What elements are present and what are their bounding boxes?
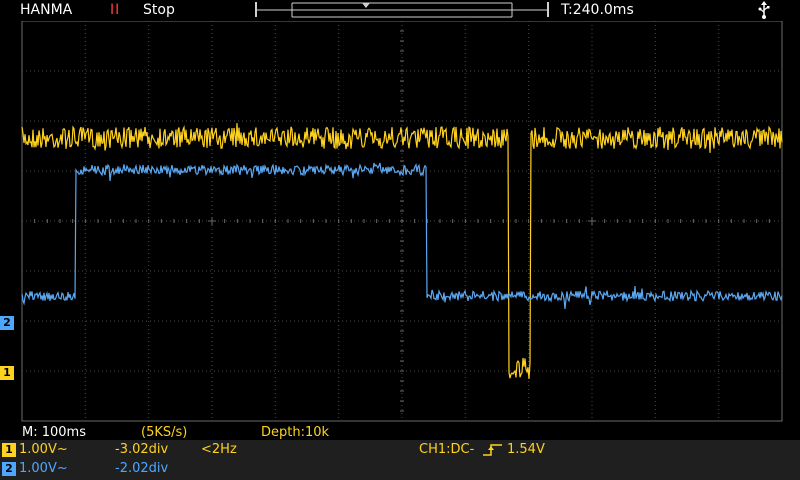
ch1-badge-label: 1	[5, 443, 13, 456]
top-bar: HANMA II Stop T:240.0ms	[0, 0, 800, 21]
ch2-scale[interactable]: 1.00V~	[19, 461, 68, 476]
ch2-ground-marker[interactable]: 2	[0, 316, 14, 330]
ch1-frequency: <2Hz	[201, 442, 237, 457]
timebase-label: M: 100ms	[22, 425, 86, 440]
graticule	[21, 21, 783, 422]
ch1-scale[interactable]: 1.00V~	[19, 442, 68, 457]
ch1-marker-label: 1	[3, 366, 11, 379]
run-state-label: Stop	[143, 2, 175, 18]
trigger-level: 1.54V	[507, 442, 545, 457]
trigger-position-icon	[362, 3, 370, 8]
usb-icon	[758, 1, 770, 19]
run-state-icon[interactable]: II	[110, 2, 120, 18]
ch2-waveform	[21, 162, 783, 309]
acquisition-status-bar: M: 100ms (5KS/s) Depth:10k	[0, 424, 800, 440]
ch2-offset: -2.02div	[115, 461, 169, 476]
waveform-display[interactable]	[0, 21, 800, 424]
ch2-marker-label: 2	[3, 316, 11, 329]
memory-position-indicator[interactable]	[254, 0, 550, 19]
rising-edge-icon	[483, 444, 502, 456]
channel-info-panel: 1 1.00V~ -3.02div <2Hz CH1:DC- 1.54V 2 1…	[0, 440, 800, 480]
memory-depth-label: Depth:10k	[261, 425, 330, 440]
ch2-badge[interactable]: 2	[2, 462, 16, 476]
sample-rate-label: (5KS/s)	[141, 425, 188, 440]
brand-label: HANMA	[20, 2, 73, 18]
ch1-ground-marker[interactable]: 1	[0, 366, 14, 380]
ch2-badge-label: 2	[5, 462, 13, 475]
ch1-offset: -3.02div	[115, 442, 169, 457]
trigger-source-label[interactable]: CH1:DC-	[419, 442, 474, 457]
ch1-badge[interactable]: 1	[2, 443, 16, 457]
trigger-time-readout: T:240.0ms	[561, 2, 634, 18]
